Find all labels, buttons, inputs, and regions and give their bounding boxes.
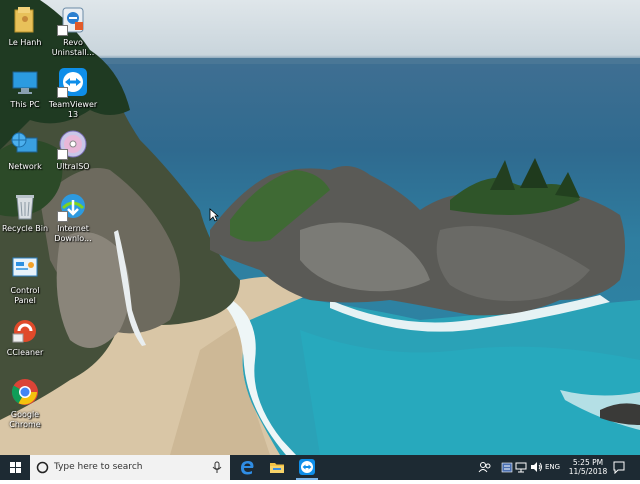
input-language-indicator[interactable]: ENG <box>545 463 560 471</box>
desktop-icon-network[interactable]: Network <box>0 128 50 172</box>
taskbar: Type here to search ENG 5:25 PM 11/5/201… <box>0 455 640 480</box>
volume-icon[interactable] <box>529 460 543 474</box>
desktop-icon-internet-download-manager[interactable]: Internet Downlo... <box>48 190 98 244</box>
shortcut-arrow-icon <box>57 211 68 222</box>
microphone-icon[interactable] <box>212 461 222 474</box>
desktop-icon-google-chrome[interactable]: Google Chrome <box>0 376 50 430</box>
teamviewer-icon <box>299 459 315 475</box>
desktop-icon-recycle-bin[interactable]: Recycle Bin <box>0 190 50 234</box>
desktop-icon-label: Revo Uninstall... <box>51 38 95 57</box>
desktop-icon-label: CCleaner <box>6 348 44 357</box>
desktop-icon-label: Google Chrome <box>9 410 41 429</box>
teamviewer-icon <box>57 66 89 98</box>
disc-icon <box>57 128 89 160</box>
taskbar-app-teamviewer[interactable] <box>292 455 322 480</box>
taskbar-app-file-explorer[interactable] <box>262 455 292 480</box>
computer-monitor-icon <box>9 66 41 98</box>
desktop-icon-label: Internet Downlo... <box>54 224 92 243</box>
internet-download-manager-icon <box>57 190 89 222</box>
desktop-icon-revo-uninstaller[interactable]: Revo Uninstall... <box>48 4 98 58</box>
file-explorer-icon <box>270 463 284 473</box>
desktop-icon-ccleaner[interactable]: CCleaner <box>0 314 50 358</box>
people-icon[interactable] <box>478 460 492 474</box>
mouse-cursor <box>209 207 220 226</box>
desktop-icon-label: This PC <box>10 100 40 109</box>
taskbar-search-box[interactable]: Type here to search <box>30 455 230 480</box>
network-icon[interactable] <box>514 460 528 474</box>
clock-time: 5:25 PM <box>572 458 604 467</box>
desktop-icon-label: Network <box>8 162 42 171</box>
desktop-icon-this-pc[interactable]: This PC <box>0 66 50 110</box>
desktop-icon-label: Recycle Bin <box>1 224 49 233</box>
shortcut-arrow-icon <box>57 25 68 36</box>
desktop-icon-teamviewer[interactable]: TeamViewer 13 <box>48 66 98 120</box>
desktop-icon-label: TeamViewer 13 <box>48 100 98 119</box>
desktop[interactable]: Le Hanh This PC Network Recycle Bin Cont… <box>0 0 640 455</box>
desktop-icon-label: UltraISO <box>56 162 90 171</box>
shortcut-arrow-icon <box>57 87 68 98</box>
desktop-icon-le-hanh[interactable]: Le Hanh <box>0 4 50 48</box>
clock-date: 11/5/2018 <box>568 467 608 476</box>
start-button[interactable] <box>0 455 30 480</box>
taskbar-clock[interactable]: 5:25 PM 11/5/2018 <box>566 458 610 476</box>
desktop-icon-label: Le Hanh <box>8 38 42 47</box>
edge-icon <box>241 461 254 475</box>
action-center-icon[interactable] <box>612 460 626 474</box>
search-placeholder: Type here to search <box>54 462 143 472</box>
cortana-circle-icon <box>36 461 49 474</box>
taskbar-app-edge[interactable] <box>232 455 262 480</box>
chrome-icon <box>9 376 41 408</box>
app-tray-icon[interactable] <box>500 460 514 474</box>
windows-logo-icon <box>10 462 21 473</box>
control-panel-icon <box>9 252 41 284</box>
shortcut-arrow-icon <box>57 149 68 160</box>
desktop-icon-label: Control Panel <box>10 286 40 305</box>
recycle-bin-icon <box>9 190 41 222</box>
ccleaner-icon <box>9 314 41 346</box>
desktop-icon-ultraiso[interactable]: UltraISO <box>48 128 98 172</box>
revo-uninstaller-icon <box>57 4 89 36</box>
network-globe-icon <box>9 128 41 160</box>
desktop-icon-control-panel[interactable]: Control Panel <box>0 252 50 306</box>
user-folder-icon <box>9 4 41 36</box>
